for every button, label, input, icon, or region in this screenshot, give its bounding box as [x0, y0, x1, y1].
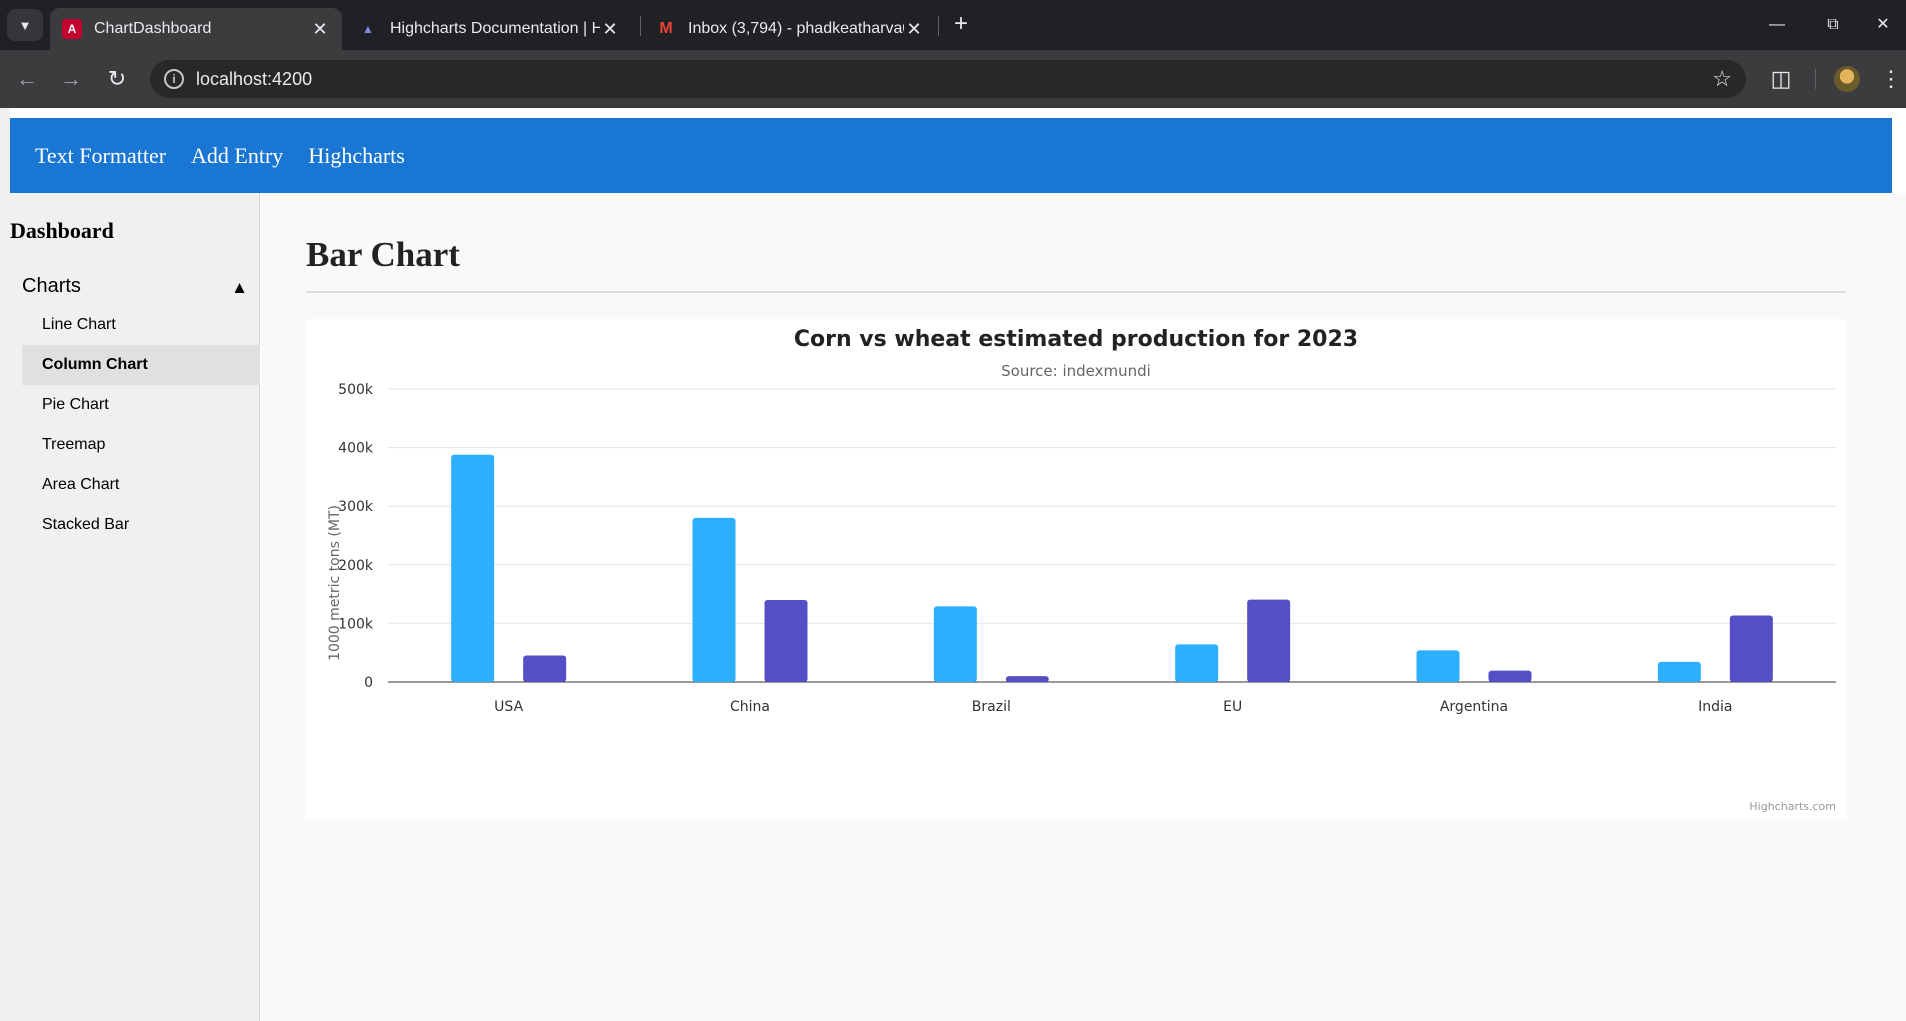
column-chart: Corn vs wheat estimated production for 2…: [327, 327, 1836, 813]
sidebar-item-pie-chart[interactable]: Pie Chart: [22, 385, 260, 425]
bar-india-series-1[interactable]: [1657, 661, 1701, 682]
highcharts-credit[interactable]: Highcharts.com: [1749, 800, 1836, 813]
browser-tab-chartdashboard[interactable]: A ChartDashboard ✕: [50, 8, 342, 50]
title-divider: [306, 291, 1846, 293]
y-tick-label: 500k: [338, 382, 374, 398]
sidebar-group-charts[interactable]: Charts ▲: [22, 273, 260, 303]
highcharts-icon: ▲: [362, 22, 374, 36]
nav-link-text-formatter[interactable]: Text Formatter: [35, 143, 166, 169]
nav-link-highcharts[interactable]: Highcharts: [308, 143, 405, 169]
forward-icon[interactable]: →: [56, 64, 86, 94]
address-bar[interactable]: i localhost:4200 ☆: [150, 60, 1746, 98]
chart-container: Corn vs wheat estimated production for 2…: [306, 319, 1846, 819]
web-page: Text Formatter Add Entry Highcharts Dash…: [0, 108, 1906, 1021]
x-tick-label: USA: [494, 699, 523, 715]
sidebar-item-treemap[interactable]: Treemap: [22, 425, 260, 465]
page-title: Bar Chart: [306, 235, 460, 274]
bar-brazil-series-2[interactable]: [1005, 676, 1049, 682]
y-tick-label: 0: [364, 675, 373, 691]
bar-usa-series-1[interactable]: [451, 454, 495, 682]
bar-eu-series-1[interactable]: [1175, 644, 1219, 682]
chevron-down-icon: ▼: [18, 17, 32, 33]
bar-argentina-series-2[interactable]: [1488, 670, 1532, 682]
sidebar-item-line-chart[interactable]: Line Chart: [22, 305, 260, 345]
tab-title: Inbox (3,794) - phadkeatharva0: [688, 20, 904, 37]
profile-avatar[interactable]: [1834, 66, 1860, 92]
sidebar-title: Dashboard: [10, 218, 114, 243]
nav-link-add-entry[interactable]: Add Entry: [191, 143, 283, 169]
y-tick-label: 400k: [338, 441, 374, 457]
main-content: Bar Chart Corn vs wheat estimated produc…: [261, 193, 1906, 1021]
close-icon[interactable]: ✕: [600, 19, 620, 40]
sidebar-group-label: Charts: [22, 275, 81, 297]
restore-icon[interactable]: ⧉: [1810, 10, 1856, 40]
bar-brazil-series-1[interactable]: [933, 606, 977, 682]
page-left-strip: [0, 108, 10, 1021]
bar-usa-series-2[interactable]: [523, 655, 567, 682]
new-tab-button[interactable]: +: [948, 12, 974, 38]
bar-china-series-1[interactable]: [692, 517, 736, 682]
close-icon[interactable]: ✕: [310, 19, 330, 40]
sidebar-item-column-chart[interactable]: Column Chart: [22, 345, 260, 385]
gmail-icon: M: [659, 20, 673, 37]
back-icon[interactable]: ←: [12, 64, 42, 94]
y-tick-label: 200k: [338, 558, 374, 574]
x-tick-label: Brazil: [972, 699, 1011, 715]
browser-tab-highcharts-docs[interactable]: ▲ Highcharts Documentation | Hig ✕: [346, 8, 632, 50]
close-icon[interactable]: ✕: [904, 19, 924, 40]
y-axis-label: 1000 metric tons (MT): [327, 505, 343, 661]
sidebar-item-area-chart[interactable]: Area Chart: [22, 465, 260, 505]
reload-icon[interactable]: ↻: [102, 64, 132, 94]
x-tick-label: China: [730, 699, 770, 715]
bar-india-series-2[interactable]: [1729, 615, 1773, 682]
browser-tabstrip: ▼ A ChartDashboard ✕ ▲ Highcharts Docume…: [0, 0, 1906, 50]
tab-search-button[interactable]: ▼: [7, 9, 43, 41]
x-tick-label: Argentina: [1440, 699, 1508, 715]
bar-argentina-series-1[interactable]: [1416, 650, 1460, 682]
tab-separator: [640, 16, 641, 36]
chart-title: Corn vs wheat estimated production for 2…: [794, 327, 1358, 352]
sidebar: Dashboard Charts ▲ Line Chart Column Cha…: [10, 193, 260, 1021]
window-close-icon[interactable]: ✕: [1860, 10, 1906, 40]
y-tick-label: 300k: [338, 499, 374, 515]
browser-toolbar: ← → ↻ i localhost:4200 ☆ ◫ ⋮: [0, 50, 1906, 108]
x-tick-label: India: [1698, 699, 1732, 715]
bars: [451, 454, 1773, 682]
tab-separator: [938, 16, 939, 36]
browser-tab-gmail[interactable]: M Inbox (3,794) - phadkeatharva0 ✕: [644, 8, 936, 50]
minimize-icon[interactable]: —: [1754, 10, 1800, 40]
x-tick-label: EU: [1223, 699, 1242, 715]
bookmark-star-icon[interactable]: ☆: [1712, 66, 1732, 92]
menu-dots-icon[interactable]: ⋮: [1876, 64, 1906, 94]
bar-china-series-2[interactable]: [764, 599, 808, 682]
top-navbar: Text Formatter Add Entry Highcharts: [10, 118, 1892, 193]
chart-subtitle: Source: indexmundi: [1001, 362, 1151, 380]
tab-title: Highcharts Documentation | Hig: [390, 20, 600, 37]
gridlines: [388, 388, 1836, 683]
url-text: localhost:4200: [196, 69, 313, 89]
angular-icon: A: [62, 19, 82, 39]
toolbar-separator: [1815, 69, 1816, 89]
extensions-icon[interactable]: ◫: [1766, 64, 1796, 94]
y-tick-label: 100k: [338, 616, 374, 632]
site-info-icon[interactable]: i: [164, 69, 184, 89]
bar-eu-series-2[interactable]: [1247, 599, 1291, 682]
caret-up-icon: ▲: [231, 278, 248, 297]
tab-title: ChartDashboard: [94, 20, 212, 37]
sidebar-item-stacked-bar[interactable]: Stacked Bar: [22, 505, 260, 545]
